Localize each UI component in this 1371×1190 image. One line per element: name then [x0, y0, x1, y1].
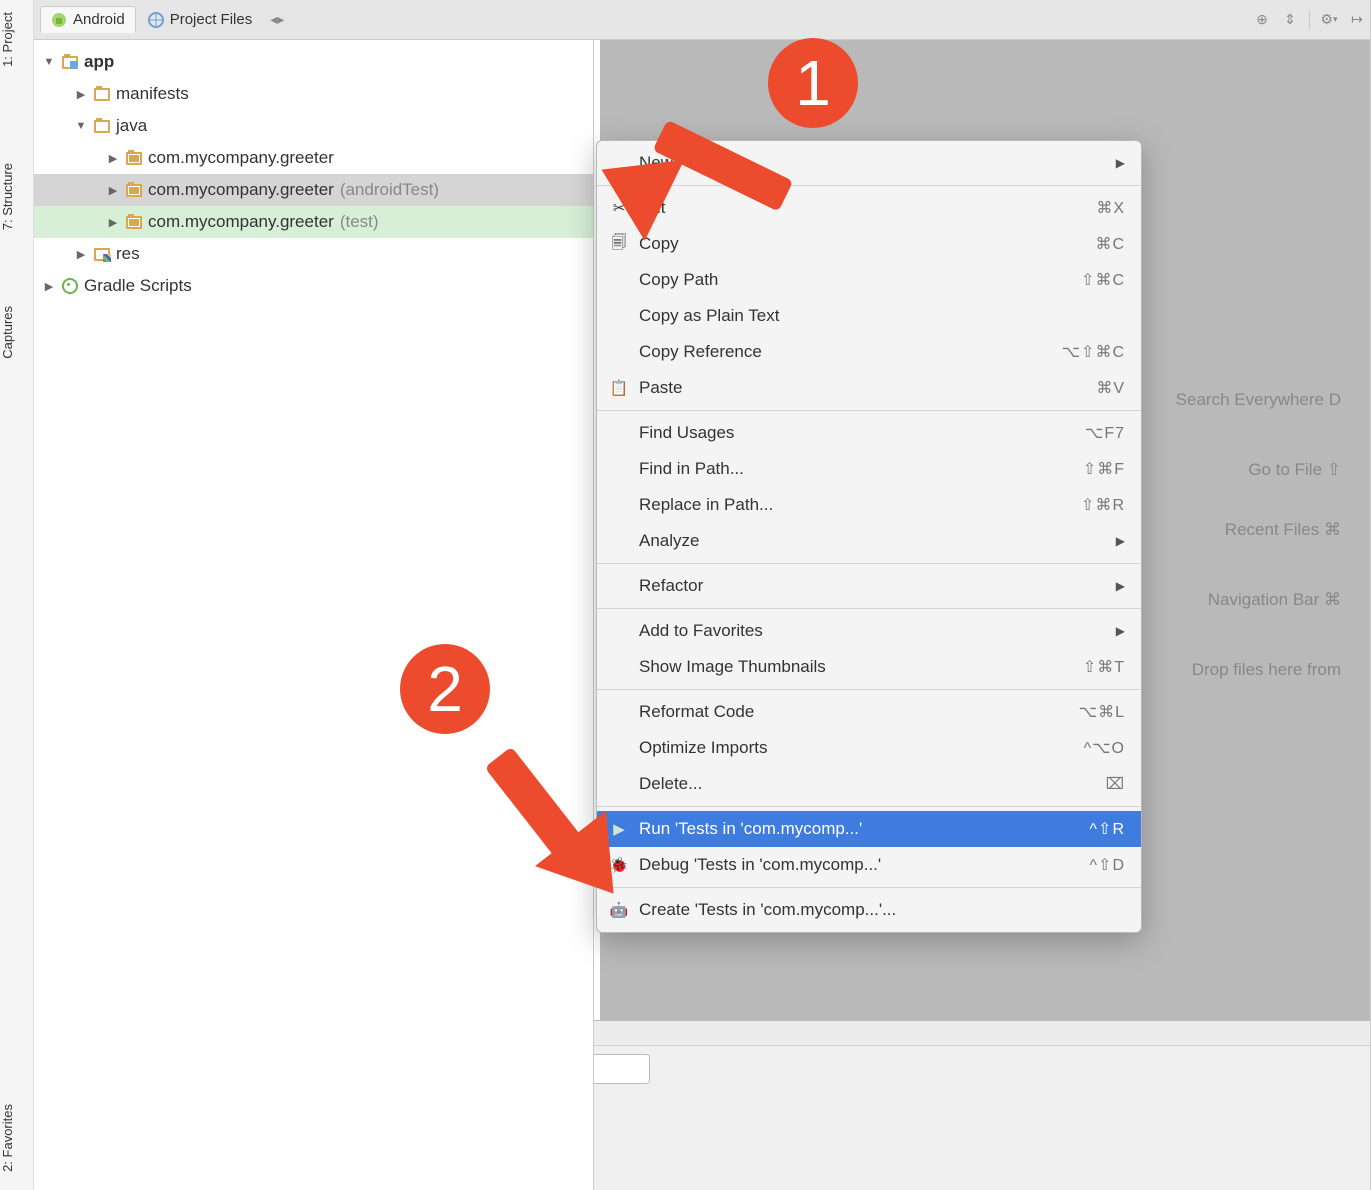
left-tool-rail: 1: Project 7: Structure Captures 2: Favo… — [0, 0, 34, 1190]
tree-pkg-test-mod: (test) — [340, 212, 379, 232]
menu-separator — [597, 608, 1141, 609]
clipboard-icon: 📋 — [609, 378, 629, 398]
tab-android-label: Android — [73, 11, 125, 28]
tree-pkg-test[interactable]: ▶ com.mycompany.greeter (test) — [34, 206, 593, 238]
rail-captures[interactable]: Captures — [0, 298, 15, 367]
tree-pkg-main[interactable]: ▶ com.mycompany.greeter — [34, 142, 593, 174]
menu-replace-path[interactable]: Replace in Path... ⇧⌘R — [597, 487, 1141, 523]
menu-create-tests[interactable]: 🤖 Create 'Tests in 'com.mycomp...'... — [597, 892, 1141, 928]
menu-paste[interactable]: 📋 Paste ⌘V — [597, 370, 1141, 406]
android-run-icon: 🤖 — [609, 900, 629, 920]
menu-add-favorites[interactable]: Add to Favorites ▶ — [597, 613, 1141, 649]
tree-pkg-test-label: com.mycompany.greeter — [148, 212, 334, 232]
toolbar-target-icon[interactable]: ⊕ — [1251, 9, 1273, 31]
menu-separator — [597, 806, 1141, 807]
package-icon — [126, 216, 142, 229]
folder-icon — [94, 120, 110, 133]
project-files-icon — [148, 12, 164, 28]
menu-separator — [597, 689, 1141, 690]
tree-gradle-label: Gradle Scripts — [84, 276, 192, 296]
tree-res[interactable]: ▶ res — [34, 238, 593, 270]
submenu-arrow-icon: ▶ — [1116, 156, 1125, 170]
menu-refactor[interactable]: Refactor ▶ — [597, 568, 1141, 604]
android-icon — [51, 12, 67, 28]
menu-reformat[interactable]: Reformat Code ⌥⌘L — [597, 694, 1141, 730]
toolbar-collapse-icon[interactable]: ⇕ — [1279, 9, 1301, 31]
submenu-arrow-icon: ▶ — [1116, 534, 1125, 548]
menu-copy-ref[interactable]: Copy Reference ⌥⇧⌘C — [597, 334, 1141, 370]
res-folder-icon — [94, 248, 110, 261]
tree-pkg-androidtest-label: com.mycompany.greeter — [148, 180, 334, 200]
menu-copy-path[interactable]: Copy Path ⇧⌘C — [597, 262, 1141, 298]
project-tabs-toolbar: Android Project Files ◂▸ ⊕ ⇕ ⚙▾ ↦ — [34, 0, 1370, 40]
menu-delete[interactable]: Delete... ⌧ — [597, 766, 1141, 802]
tree-app-label: app — [84, 52, 114, 72]
menu-copy[interactable]: 🗐 Copy ⌘C — [597, 226, 1141, 262]
project-tree: ▼ app ▶ manifests ▼ java ▶ com.mycompany… — [34, 40, 594, 1190]
copy-icon: 🗐 — [609, 234, 629, 254]
module-folder-icon — [62, 56, 78, 69]
toolbar-hide-icon[interactable]: ↦ — [1346, 9, 1368, 31]
tree-java[interactable]: ▼ java — [34, 110, 593, 142]
tree-manifests-label: manifests — [116, 84, 189, 104]
menu-separator — [597, 185, 1141, 186]
rail-project[interactable]: 1: Project — [0, 4, 15, 75]
rail-structure[interactable]: 7: Structure — [0, 155, 15, 238]
menu-run-tests[interactable]: ▶ Run 'Tests in 'com.mycomp...' ^⇧R — [597, 811, 1141, 847]
gradle-icon — [62, 278, 78, 294]
menu-analyze[interactable]: Analyze ▶ — [597, 523, 1141, 559]
tree-app[interactable]: ▼ app — [34, 46, 593, 78]
tree-pkg-androidtest-mod: (androidTest) — [340, 180, 439, 200]
toolbar-splitter-icon[interactable]: ◂▸ — [266, 9, 288, 31]
context-menu: New ▶ ✂ Cut ⌘X 🗐 Copy ⌘C Copy Path ⇧⌘C C… — [596, 140, 1142, 933]
menu-find-usages[interactable]: Find Usages ⌥F7 — [597, 415, 1141, 451]
package-icon — [126, 184, 142, 197]
menu-cut[interactable]: ✂ Cut ⌘X — [597, 190, 1141, 226]
tab-project-files[interactable]: Project Files — [138, 7, 263, 32]
menu-debug-tests[interactable]: 🐞 Debug 'Tests in 'com.mycomp...' ^⇧D — [597, 847, 1141, 883]
rail-favorites[interactable]: 2: Favorites — [0, 1096, 15, 1180]
toolbar-divider — [1309, 10, 1310, 30]
tab-project-files-label: Project Files — [170, 11, 253, 28]
menu-separator — [597, 887, 1141, 888]
menu-find-path[interactable]: Find in Path... ⇧⌘F — [597, 451, 1141, 487]
tab-android[interactable]: Android — [40, 6, 136, 33]
tree-res-label: res — [116, 244, 140, 264]
tree-java-label: java — [116, 116, 147, 136]
tree-pkg-androidtest[interactable]: ▶ com.mycompany.greeter (androidTest) — [34, 174, 593, 206]
menu-separator — [597, 410, 1141, 411]
submenu-arrow-icon: ▶ — [1116, 579, 1125, 593]
menu-separator — [597, 563, 1141, 564]
submenu-arrow-icon: ▶ — [1116, 624, 1125, 638]
menu-show-thumbnails[interactable]: Show Image Thumbnails ⇧⌘T — [597, 649, 1141, 685]
folder-icon — [94, 88, 110, 101]
menu-copy-plain[interactable]: Copy as Plain Text — [597, 298, 1141, 334]
annotation-badge-1: 1 — [768, 38, 858, 128]
tree-manifests[interactable]: ▶ manifests — [34, 78, 593, 110]
toolbar-gear-icon[interactable]: ⚙▾ — [1318, 9, 1340, 31]
annotation-badge-2: 2 — [400, 644, 490, 734]
tree-pkg-main-label: com.mycompany.greeter — [148, 148, 334, 168]
menu-optimize-imports[interactable]: Optimize Imports ^⌥O — [597, 730, 1141, 766]
tree-gradle[interactable]: ▶ Gradle Scripts — [34, 270, 593, 302]
package-icon — [126, 152, 142, 165]
